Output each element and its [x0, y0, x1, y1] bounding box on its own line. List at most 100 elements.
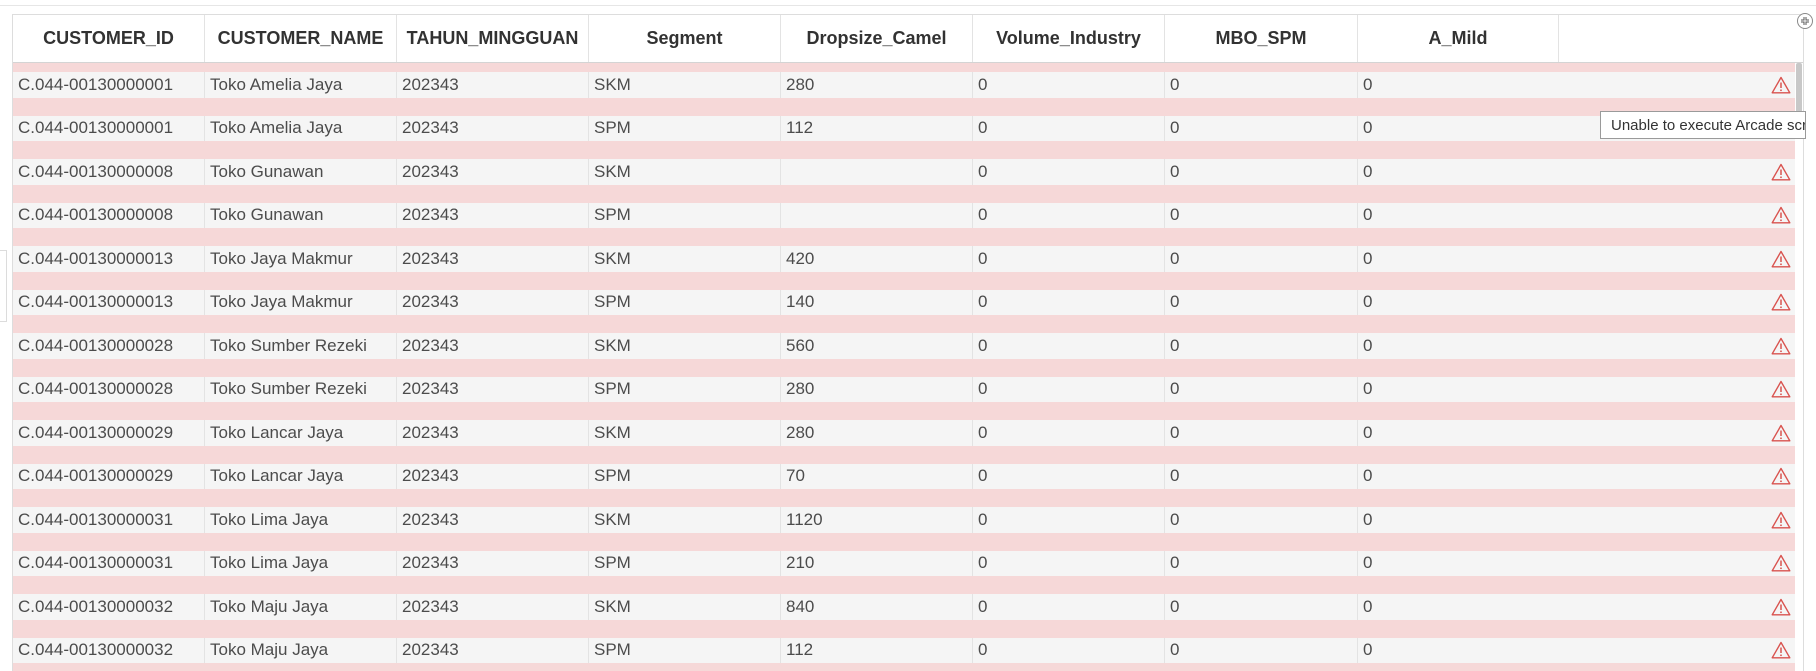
cell-volume-industry: 0 [973, 594, 1165, 620]
table-row[interactable]: C.044-00130000028Toko Sumber Rezeki20234… [13, 368, 1803, 412]
row-content[interactable]: C.044-00130000001Toko Amelia Jaya202343S… [13, 116, 1803, 142]
table-row[interactable]: C.044-00130000001Toko Amelia Jaya202343S… [13, 107, 1803, 151]
table-row[interactable]: C.044-00130000032Toko Maju Jaya202343SPM… [13, 629, 1803, 671]
cell-customer-id: C.044-00130000008 [13, 203, 205, 229]
warning-triangle-icon[interactable] [1771, 206, 1791, 224]
cell-customer-name: Toko Sumber Rezeki [205, 377, 397, 403]
cell-tahun-mingguan: 202343 [397, 246, 589, 272]
table-row[interactable]: C.044-00130000008Toko Gunawan202343SKM00… [13, 150, 1803, 194]
cell-tahun-mingguan: 202343 [397, 203, 589, 229]
cell-mbo-spm: 0 [1165, 72, 1358, 98]
warning-triangle-icon[interactable] [1771, 554, 1791, 572]
cell-volume-industry: 0 [973, 72, 1165, 98]
cell-a-mild: 0 [1358, 594, 1559, 620]
warning-triangle-icon[interactable] [1771, 641, 1791, 659]
row-content[interactable]: C.044-00130000008Toko Gunawan202343SPM00… [13, 203, 1803, 229]
table-row[interactable]: C.044-00130000013Toko Jaya Makmur202343S… [13, 281, 1803, 325]
row-content[interactable]: C.044-00130000013Toko Jaya Makmur202343S… [13, 246, 1803, 272]
cell-a-mild: 0 [1358, 290, 1559, 316]
cell-segment: SPM [589, 551, 781, 577]
cell-segment: SKM [589, 594, 781, 620]
cell-customer-name: Toko Amelia Jaya [205, 72, 397, 98]
cell-segment: SPM [589, 464, 781, 490]
cell-volume-industry: 0 [973, 290, 1165, 316]
row-content[interactable]: C.044-00130000031Toko Lima Jaya202343SPM… [13, 551, 1803, 577]
column-header-customer-id[interactable]: CUSTOMER_ID [13, 15, 205, 62]
row-content[interactable]: C.044-00130000031Toko Lima Jaya202343SKM… [13, 507, 1803, 533]
cell-customer-name: Toko Gunawan [205, 203, 397, 229]
row-band [13, 141, 1803, 150]
column-header-mbo-spm[interactable]: MBO_SPM [1165, 15, 1358, 62]
table-row[interactable]: C.044-00130000008Toko Gunawan202343SPM00… [13, 194, 1803, 238]
attribute-table: CUSTOMER_IDCUSTOMER_NAMETAHUN_MINGGUANSe… [12, 14, 1804, 671]
cell-volume-industry: 0 [973, 159, 1165, 185]
row-band [13, 489, 1803, 498]
row-content[interactable]: C.044-00130000029Toko Lancar Jaya202343S… [13, 420, 1803, 446]
cell-dropsize-camel: 280 [781, 72, 973, 98]
cell-customer-name: Toko Amelia Jaya [205, 116, 397, 142]
cell-customer-id: C.044-00130000013 [13, 246, 205, 272]
cell-customer-id: C.044-00130000031 [13, 551, 205, 577]
cell-volume-industry: 0 [973, 333, 1165, 359]
table-row[interactable]: C.044-00130000013Toko Jaya Makmur202343S… [13, 237, 1803, 281]
warning-triangle-icon[interactable] [1771, 424, 1791, 442]
row-band [13, 98, 1803, 107]
vertical-scrollbar[interactable] [1795, 63, 1803, 671]
warning-triangle-icon[interactable] [1771, 380, 1791, 398]
table-row[interactable]: C.044-00130000032Toko Maju Jaya202343SKM… [13, 585, 1803, 629]
column-header-customer-name[interactable]: CUSTOMER_NAME [205, 15, 397, 62]
collapse-icon[interactable] [1797, 13, 1813, 29]
table-row[interactable]: C.044-00130000031Toko Lima Jaya202343SKM… [13, 498, 1803, 542]
column-header-tahun-mingguan[interactable]: TAHUN_MINGGUAN [397, 15, 589, 62]
warning-triangle-icon[interactable] [1771, 163, 1791, 181]
row-band [13, 63, 1803, 72]
table-row[interactable]: C.044-00130000028Toko Sumber Rezeki20234… [13, 324, 1803, 368]
row-band [13, 185, 1803, 194]
cell-volume-industry: 0 [973, 638, 1165, 664]
row-content[interactable]: C.044-00130000013Toko Jaya Makmur202343S… [13, 290, 1803, 316]
cell-tahun-mingguan: 202343 [397, 290, 589, 316]
cell-dropsize-camel: 112 [781, 638, 973, 664]
row-band [13, 455, 1803, 464]
cell-segment: SKM [589, 333, 781, 359]
cell-a-mild: 0 [1358, 333, 1559, 359]
cell-mbo-spm: 0 [1165, 507, 1358, 533]
row-band [13, 368, 1803, 377]
table-row[interactable]: C.044-00130000029Toko Lancar Jaya202343S… [13, 455, 1803, 499]
row-band [13, 228, 1803, 237]
column-header-dropsize-camel[interactable]: Dropsize_Camel [781, 15, 973, 62]
row-content[interactable]: C.044-00130000008Toko Gunawan202343SKM00… [13, 159, 1803, 185]
cell-tahun-mingguan: 202343 [397, 638, 589, 664]
column-header-a-mild[interactable]: A_Mild [1358, 15, 1559, 62]
warning-triangle-icon[interactable] [1771, 337, 1791, 355]
column-header-segment[interactable]: Segment [589, 15, 781, 62]
warning-triangle-icon[interactable] [1771, 250, 1791, 268]
cell-customer-name: Toko Lima Jaya [205, 507, 397, 533]
warning-triangle-icon[interactable] [1771, 598, 1791, 616]
row-content[interactable]: C.044-00130000001Toko Amelia Jaya202343S… [13, 72, 1803, 98]
row-content[interactable]: C.044-00130000028Toko Sumber Rezeki20234… [13, 377, 1803, 403]
cell-a-mild: 0 [1358, 551, 1559, 577]
table-row[interactable]: C.044-00130000031Toko Lima Jaya202343SPM… [13, 542, 1803, 586]
row-content[interactable]: C.044-00130000032Toko Maju Jaya202343SKM… [13, 594, 1803, 620]
cell-tahun-mingguan: 202343 [397, 420, 589, 446]
warning-triangle-icon[interactable] [1771, 467, 1791, 485]
warning-triangle-icon[interactable] [1771, 511, 1791, 529]
warning-triangle-icon[interactable] [1771, 293, 1791, 311]
table-row[interactable]: C.044-00130000029Toko Lancar Jaya202343S… [13, 411, 1803, 455]
cell-a-mild: 0 [1358, 72, 1559, 98]
row-band [13, 411, 1803, 420]
cell-dropsize-camel: 840 [781, 594, 973, 620]
row-content[interactable]: C.044-00130000029Toko Lancar Jaya202343S… [13, 464, 1803, 490]
row-content[interactable]: C.044-00130000032Toko Maju Jaya202343SPM… [13, 638, 1803, 664]
cell-segment: SPM [589, 638, 781, 664]
row-band [13, 237, 1803, 246]
row-content[interactable]: C.044-00130000028Toko Sumber Rezeki20234… [13, 333, 1803, 359]
side-panel-handle[interactable] [0, 250, 7, 322]
cell-customer-id: C.044-00130000029 [13, 420, 205, 446]
cell-volume-industry: 0 [973, 246, 1165, 272]
cell-dropsize-camel: 1120 [781, 507, 973, 533]
warning-triangle-icon[interactable] [1771, 76, 1791, 94]
table-row[interactable]: C.044-00130000001Toko Amelia Jaya202343S… [13, 63, 1803, 107]
column-header-volume-industry[interactable]: Volume_Industry [973, 15, 1165, 62]
